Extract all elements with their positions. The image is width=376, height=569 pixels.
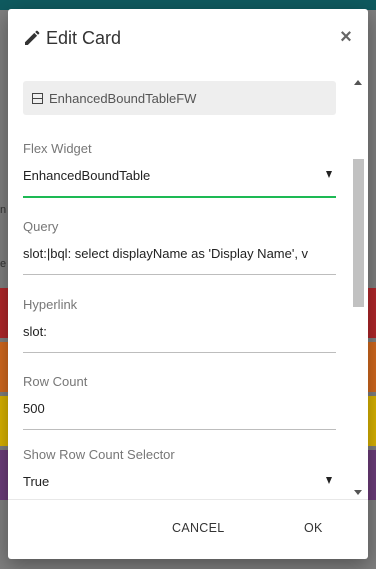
background-row-edge xyxy=(0,396,8,446)
field-label: Row Count xyxy=(23,374,88,389)
row-count-field[interactable]: Row Count 500 xyxy=(23,373,336,430)
dropdown-caret-icon xyxy=(326,171,332,178)
field-underline xyxy=(23,352,336,353)
scroll-up-arrow-icon[interactable] xyxy=(354,80,362,85)
row-count-input[interactable]: 500 xyxy=(23,399,336,419)
scroll-down-arrow-icon[interactable] xyxy=(354,490,362,495)
hyperlink-input[interactable]: slot: xyxy=(23,322,336,342)
query-field[interactable]: Query slot:|bql: select displayName as '… xyxy=(23,218,336,275)
widget-icon xyxy=(32,92,43,104)
close-icon: × xyxy=(340,26,352,48)
footer-divider xyxy=(8,499,368,500)
show-row-count-selector-select[interactable]: True xyxy=(23,472,336,492)
field-underline xyxy=(23,429,336,430)
dialog-content: EnhancedBoundTableFW Flex Widget Enhance… xyxy=(8,65,368,499)
widget-type-chip: EnhancedBoundTableFW xyxy=(23,81,336,115)
edit-card-dialog: Edit Card × EnhancedBoundTableFW Flex Wi… xyxy=(8,9,368,559)
dialog-title-text: Edit Card xyxy=(46,28,122,48)
background-text: n xyxy=(0,204,7,216)
close-button[interactable]: × xyxy=(336,26,356,48)
dropdown-caret-icon xyxy=(326,477,332,484)
background-row-edge xyxy=(368,288,376,338)
pencil-icon xyxy=(23,30,40,47)
ok-button[interactable]: OK xyxy=(304,521,323,535)
field-value: EnhancedBoundTable xyxy=(23,168,151,183)
field-value: True xyxy=(23,474,50,489)
dialog-header: Edit Card × xyxy=(8,9,368,65)
dialog-footer: CANCEL OK xyxy=(8,499,368,559)
field-underline xyxy=(23,274,336,275)
show-row-count-selector-field[interactable]: Show Row Count Selector True xyxy=(23,446,336,492)
content-scrollbar[interactable] xyxy=(352,75,364,499)
background-row-edge xyxy=(0,342,8,392)
background-row-edge xyxy=(368,396,376,446)
flex-widget-field[interactable]: Flex Widget EnhancedBoundTable xyxy=(23,140,336,198)
background-row-edge xyxy=(0,288,8,338)
query-input[interactable]: slot:|bql: select displayName as 'Displa… xyxy=(23,244,336,264)
field-label: Hyperlink xyxy=(23,297,78,312)
widget-type-label: EnhancedBoundTableFW xyxy=(49,90,197,106)
field-label: Show Row Count Selector xyxy=(23,447,175,462)
field-label: Flex Widget xyxy=(23,141,92,156)
background-row-edge xyxy=(368,342,376,392)
background-row-edge xyxy=(368,450,376,500)
background-row-edge xyxy=(0,450,8,500)
dialog-title: Edit Card xyxy=(23,27,121,49)
cancel-button[interactable]: CANCEL xyxy=(172,521,225,535)
scrollbar-thumb[interactable] xyxy=(353,159,364,307)
background-text: e xyxy=(0,258,7,270)
flex-widget-select[interactable]: EnhancedBoundTable xyxy=(23,166,336,186)
field-underline-focused xyxy=(23,196,336,198)
hyperlink-field[interactable]: Hyperlink slot: xyxy=(23,296,336,353)
field-label: Query xyxy=(23,219,59,234)
